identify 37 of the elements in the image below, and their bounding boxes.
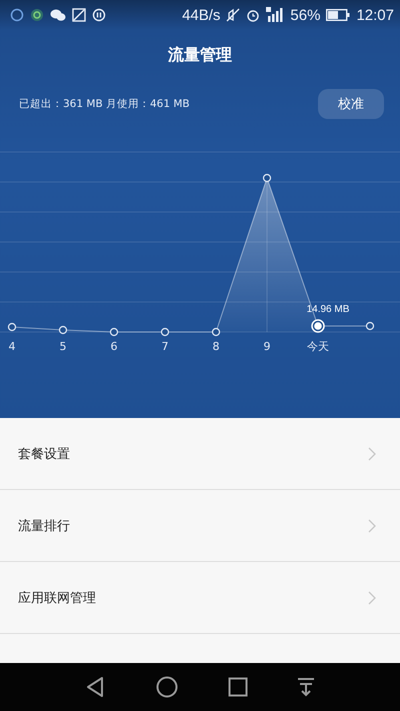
signal-icon [266,7,284,23]
battery-icon [326,9,350,21]
image-icon [72,8,86,22]
data-point [160,328,170,336]
notification-icon [10,8,24,22]
notification-icon [92,8,106,22]
day-label: 4 [8,340,16,353]
day-label: 今天 [307,340,329,353]
usage-summary: 已超出：361 MB 月使用：461 MB [19,97,190,111]
chat-icon [50,8,66,22]
alarm-icon [246,8,260,22]
chevron-icon [368,446,376,460]
recents-icon[interactable] [228,677,248,697]
clock: 12:07 [356,6,394,24]
battery-percent: 56% [290,6,320,24]
chevron-icon [368,518,376,532]
calibrate-button[interactable]: 校准 [318,89,384,119]
value-label: 14.96 MB [306,304,350,315]
page-title: 流量管理 [168,44,232,66]
data-point [8,322,16,332]
day-label: 8 [212,340,220,353]
home-icon[interactable] [156,676,178,698]
data-point [58,326,68,334]
data-point [262,174,272,182]
selected-point[interactable] [311,319,325,333]
mute-icon [226,8,240,22]
notification-icon [30,8,44,22]
day-label: 6 [110,340,118,353]
notification-pull-icon[interactable] [297,677,316,697]
day-label: 9 [264,340,270,353]
day-label: 7 [162,340,168,353]
data-point [366,322,374,330]
data-point [212,328,220,336]
day-label: 5 [60,340,66,353]
chevron-icon [368,590,376,604]
network-speed: 44B/s [182,6,220,24]
data-point [110,328,118,336]
